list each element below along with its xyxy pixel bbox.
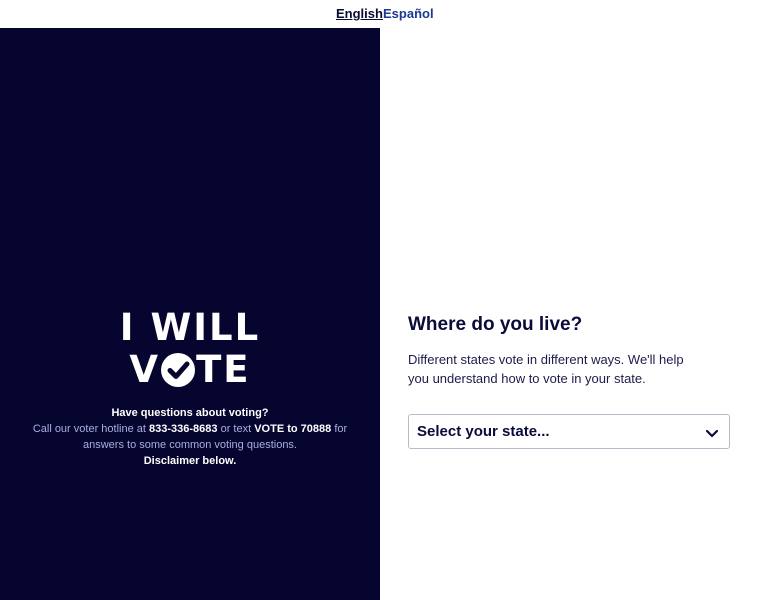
language-spanish-link[interactable]: Español	[383, 6, 434, 21]
hotline-phone-link[interactable]: 833-336-8683	[149, 423, 218, 435]
voter-help-text: Have questions about voting? Call our vo…	[30, 405, 350, 469]
state-selection-panel: Where do you live? Different states vote…	[380, 28, 760, 600]
help-or-text: or text	[220, 423, 252, 435]
language-english-link[interactable]: English	[336, 6, 383, 21]
chevron-down-icon	[705, 426, 719, 444]
logo-line-2: V TE	[117, 350, 263, 390]
state-select-placeholder: Select your state...	[417, 423, 550, 440]
logo-letters-te: TE	[196, 348, 251, 391]
help-question: Have questions about voting?	[111, 407, 269, 419]
page-subtitle: Different states vote in different ways.…	[408, 352, 684, 386]
text-vote-command: VOTE to 70888	[254, 423, 332, 435]
help-call-prefix: Call our voter hotline at	[32, 423, 146, 435]
disclaimer-link[interactable]: Disclaimer below.	[30, 453, 350, 469]
page-title: Where do you live?	[408, 314, 583, 335]
state-select[interactable]: Select your state...	[408, 414, 730, 449]
language-bar: English Español	[0, 0, 760, 28]
left-info-panel: I WILL V TE Have questions about voting?…	[0, 28, 380, 600]
logo-line-1: I WILL	[119, 306, 261, 349]
logo-letter-v: V	[129, 348, 161, 391]
check-circle-icon	[161, 353, 196, 387]
i-will-vote-logo: I WILL V TE	[117, 308, 263, 392]
